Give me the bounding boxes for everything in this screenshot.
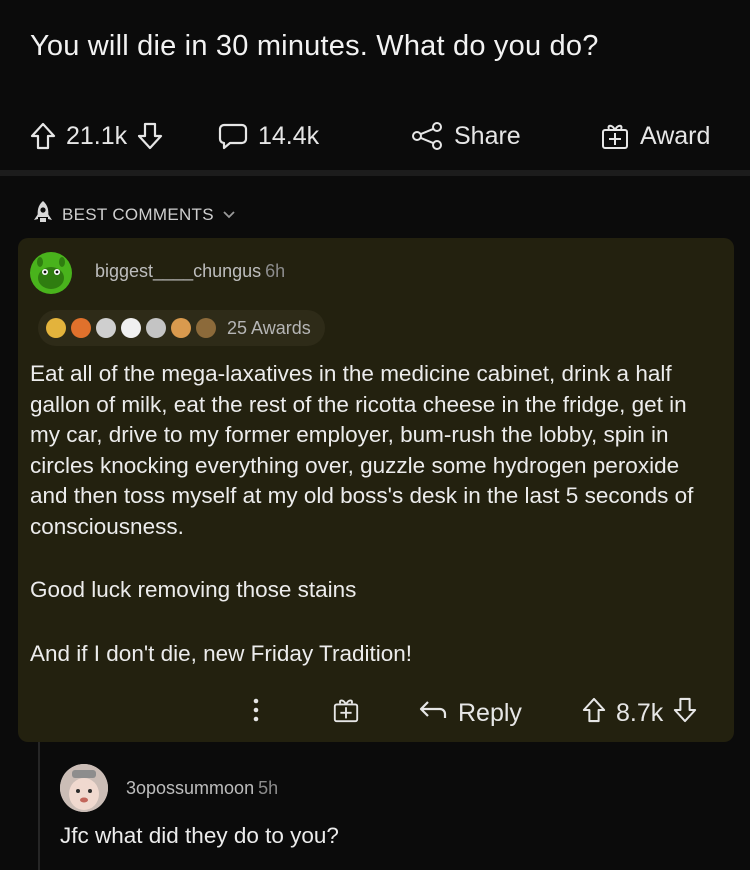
reply-author[interactable]: 3opossummoon 5h	[126, 778, 278, 799]
comment-count: 14.4k	[258, 121, 320, 150]
username[interactable]: 3opossummoon	[126, 778, 254, 798]
reply-body: Jfc what did they do to you?	[60, 823, 339, 848]
timestamp: 5h	[258, 778, 279, 798]
reply-arrow-icon	[418, 699, 448, 728]
facepalm-award-icon	[196, 318, 216, 338]
skull-award-icon	[96, 318, 116, 338]
share-label: Share	[454, 121, 521, 150]
downvote-icon[interactable]	[137, 122, 163, 150]
reply-button[interactable]: Reply	[418, 693, 522, 733]
post-upvote-count: 21.1k	[66, 121, 128, 150]
wholesome-award-icon	[121, 318, 141, 338]
vertical-dots-icon	[252, 697, 260, 730]
lol-award-icon	[171, 318, 191, 338]
awards-row[interactable]: 25 Awards	[38, 310, 325, 346]
rocket-icon	[32, 200, 54, 229]
thread-line[interactable]	[38, 742, 40, 870]
gift-icon	[332, 696, 360, 731]
awards-count: 25 Awards	[227, 317, 311, 338]
comment-author[interactable]: biggest____chungus 6h	[95, 261, 285, 282]
gold-award-icon	[46, 318, 66, 338]
post-vote-group: 21.1k	[30, 108, 163, 164]
comment-sort-dropdown[interactable]: BEST COMMENTS	[32, 200, 236, 229]
top-comment: biggest____chungus 6h 25 Awards Eat all o…	[18, 238, 734, 742]
comment-action-bar: Reply 8.7k	[18, 693, 734, 733]
comment-body: Eat all of the mega-laxatives in the med…	[30, 359, 720, 702]
comment-bubble-icon	[218, 122, 248, 150]
silver-award-icon	[146, 318, 166, 338]
comment-vote-count: 8.7k	[616, 698, 664, 727]
username[interactable]: biggest____chungus	[95, 261, 261, 281]
comments-button[interactable]: 14.4k	[218, 108, 319, 164]
sort-label: BEST COMMENTS	[62, 204, 214, 224]
comment-paragraph: And if I don't die, new Friday Tradition…	[30, 640, 412, 666]
post-title: You will die in 30 minutes. What do you …	[30, 30, 599, 62]
upvote-icon[interactable]	[582, 697, 606, 730]
give-award-button[interactable]	[332, 693, 360, 733]
share-icon	[410, 121, 444, 151]
more-options-button[interactable]	[252, 693, 260, 733]
section-divider	[0, 170, 750, 176]
award-button[interactable]: Award	[600, 108, 710, 164]
reply-label: Reply	[458, 698, 522, 727]
downvote-icon[interactable]	[673, 697, 697, 730]
share-button[interactable]: Share	[410, 108, 521, 164]
chevron-down-icon	[222, 205, 236, 225]
comment-vote-group: 8.7k	[582, 693, 697, 733]
gift-icon	[600, 121, 630, 151]
comment-paragraph: Good luck removing those stains	[30, 577, 357, 602]
post-action-bar: 21.1k 14.4k Share Award	[0, 108, 750, 168]
award-label: Award	[640, 121, 711, 150]
avatar[interactable]	[30, 252, 72, 294]
upvote-icon[interactable]	[30, 122, 56, 150]
comment-paragraph: Eat all of the mega-laxatives in the med…	[30, 361, 694, 539]
fire-award-icon	[71, 318, 91, 338]
timestamp: 6h	[265, 261, 286, 281]
avatar[interactable]	[60, 764, 108, 812]
